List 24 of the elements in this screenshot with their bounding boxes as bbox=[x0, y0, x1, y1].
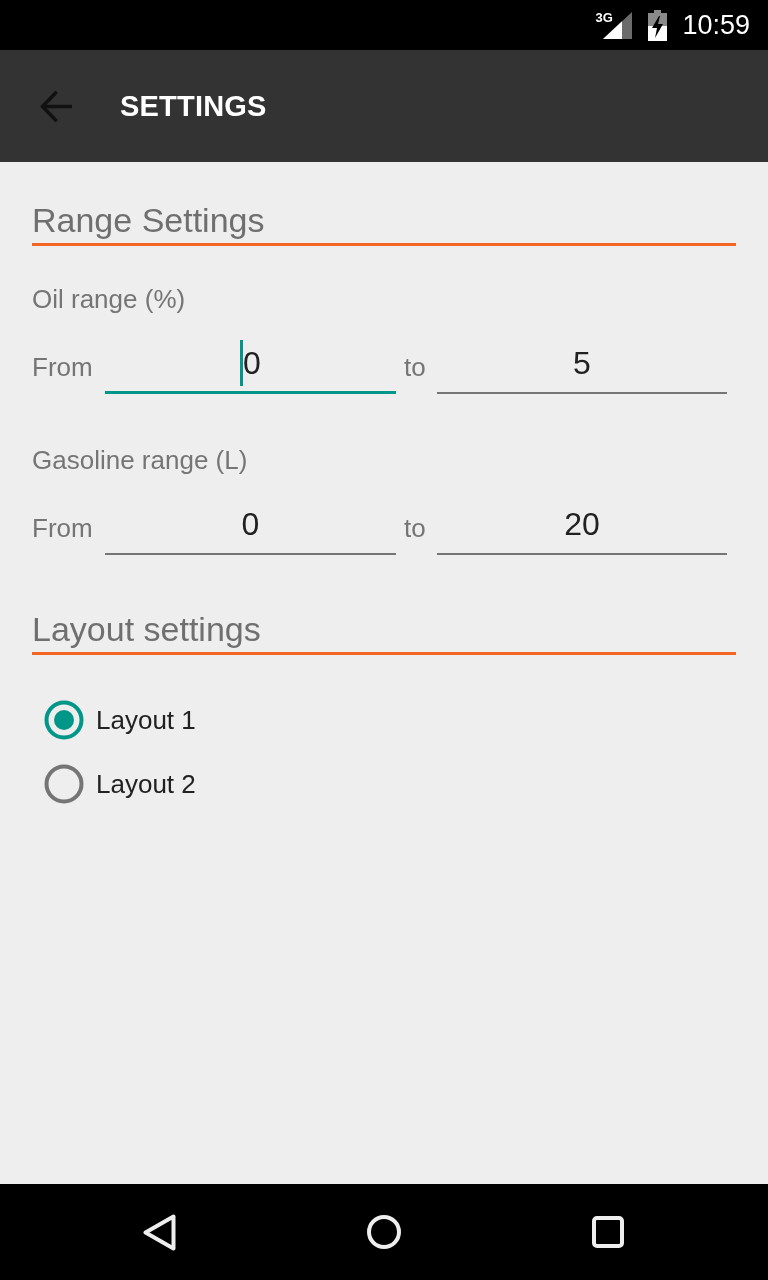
recents-icon[interactable] bbox=[592, 1216, 624, 1248]
number-input-field[interactable]: 0 bbox=[105, 501, 396, 555]
radio-selected-icon[interactable] bbox=[44, 700, 84, 740]
range-label: Oil range (%) bbox=[32, 284, 187, 314]
section-heading: Layout settings bbox=[32, 609, 736, 655]
range-prefix-label: From bbox=[32, 513, 93, 543]
section-heading: Range Settings bbox=[32, 200, 736, 246]
radio-unselected-icon[interactable] bbox=[44, 764, 84, 804]
number-input-field[interactable]: 20 bbox=[437, 501, 727, 555]
range-prefix-label: From bbox=[32, 352, 93, 382]
network-type-label: 3G bbox=[595, 12, 613, 24]
number-input-field[interactable]: 0 bbox=[105, 340, 396, 394]
range-prefix-label: to bbox=[403, 513, 426, 543]
back-icon[interactable] bbox=[143, 1213, 176, 1251]
range-label: Gasoline range (L) bbox=[32, 445, 249, 475]
radio-option[interactable]: Layout 2 bbox=[44, 752, 196, 816]
radio-option[interactable]: Layout 1 bbox=[44, 688, 196, 752]
screen-title: SETTINGS bbox=[120, 89, 267, 123]
text-cursor-icon bbox=[240, 340, 244, 386]
range-prefix-label: to bbox=[403, 352, 426, 382]
number-input-field[interactable]: 5 bbox=[437, 340, 727, 394]
home-icon[interactable] bbox=[367, 1215, 401, 1249]
battery-charging-icon bbox=[648, 9, 668, 41]
clock-time: 10:59 bbox=[682, 9, 750, 41]
